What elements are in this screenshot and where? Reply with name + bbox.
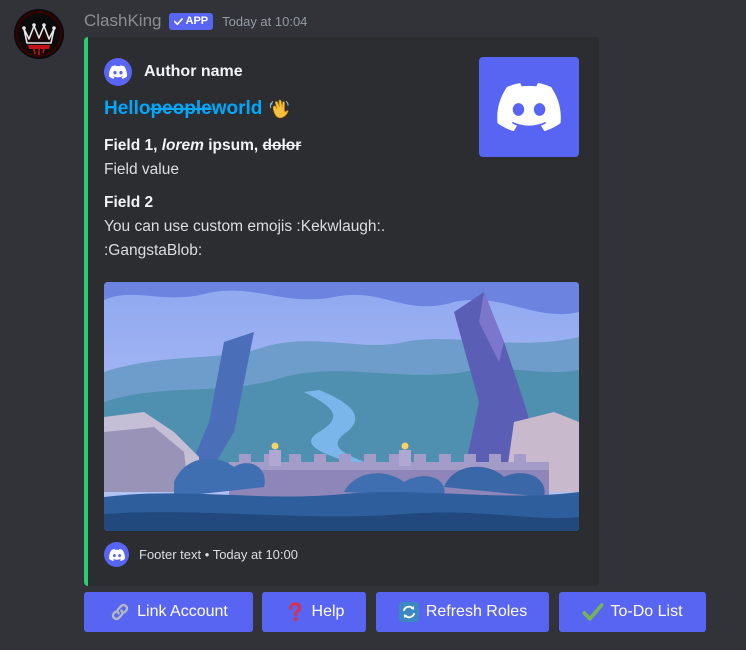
link-icon (111, 603, 129, 621)
help-button[interactable]: Help (262, 592, 366, 632)
field-value: Field value (104, 161, 179, 178)
title-text-strikethrough: people (150, 98, 212, 119)
app-badge: APP (168, 12, 214, 30)
discord-logo-icon (497, 83, 561, 131)
discord-logo-icon (108, 548, 125, 561)
discord-logo-icon (109, 65, 127, 79)
field-value-line: You can use custom emojis :Kekwlaugh:. (104, 218, 386, 235)
bot-avatar[interactable] (14, 9, 64, 59)
app-badge-label: APP (185, 15, 209, 27)
message-timestamp[interactable]: Today at 10:04 (222, 14, 307, 29)
check-mark-icon (582, 603, 605, 621)
todo-list-button[interactable]: To-Do List (559, 592, 706, 632)
footer-timestamp: Today at 10:00 (212, 547, 298, 562)
footer-label: Footer text (139, 547, 202, 562)
refresh-icon (398, 601, 419, 623)
refresh-roles-button[interactable]: Refresh Roles (376, 592, 549, 632)
link-account-button[interactable]: Link Account (84, 592, 253, 632)
author-name[interactable]: Author name (144, 63, 243, 81)
todo-list-label: To-Do List (610, 603, 683, 620)
embed-field-2: Field 2 You can use custom emojis :Kekwl… (104, 191, 464, 263)
embed-field-1: Field 1, lorem ipsum, dolor Field value (104, 134, 464, 182)
embed-thumbnail[interactable] (479, 57, 579, 157)
check-icon (173, 17, 183, 25)
field-name: Field 1, lorem ipsum, dolor (104, 134, 464, 158)
field-value-line: :GangstaBlob: (104, 242, 203, 259)
embed: Author name Hello people world Field 1, … (84, 37, 599, 586)
waving-hand-emoji-icon (270, 99, 289, 119)
footer-discord-icon (104, 542, 129, 567)
title-text-start: Hello (104, 98, 151, 119)
field-name-text: ipsum, (203, 137, 263, 154)
field-name-italic: lorem (161, 137, 204, 154)
field-name: Field 2 (104, 194, 154, 211)
message-header: ClashKing APP Today at 10:04 (84, 9, 307, 33)
field-name-text: Field 1, (104, 137, 162, 154)
embed-image[interactable] (104, 282, 579, 531)
help-label: Help (311, 603, 345, 620)
title-text-end: world (211, 98, 263, 119)
refresh-roles-label: Refresh Roles (425, 603, 528, 620)
question-mark-icon (288, 602, 301, 622)
embed-author: Author name (104, 58, 243, 86)
footer-text: Footer text • Today at 10:00 (139, 547, 298, 562)
author-discord-icon (104, 58, 132, 86)
footer-separator: • (201, 547, 213, 562)
field-name-strikethrough: dolor (262, 137, 302, 154)
landscape-illustration (104, 282, 579, 531)
username[interactable]: ClashKing (84, 11, 162, 31)
embed-footer: Footer text • Today at 10:00 (104, 542, 298, 567)
crown-logo-icon (14, 9, 64, 59)
link-account-label: Link Account (137, 603, 228, 620)
embed-title[interactable]: Hello people world (104, 98, 290, 120)
